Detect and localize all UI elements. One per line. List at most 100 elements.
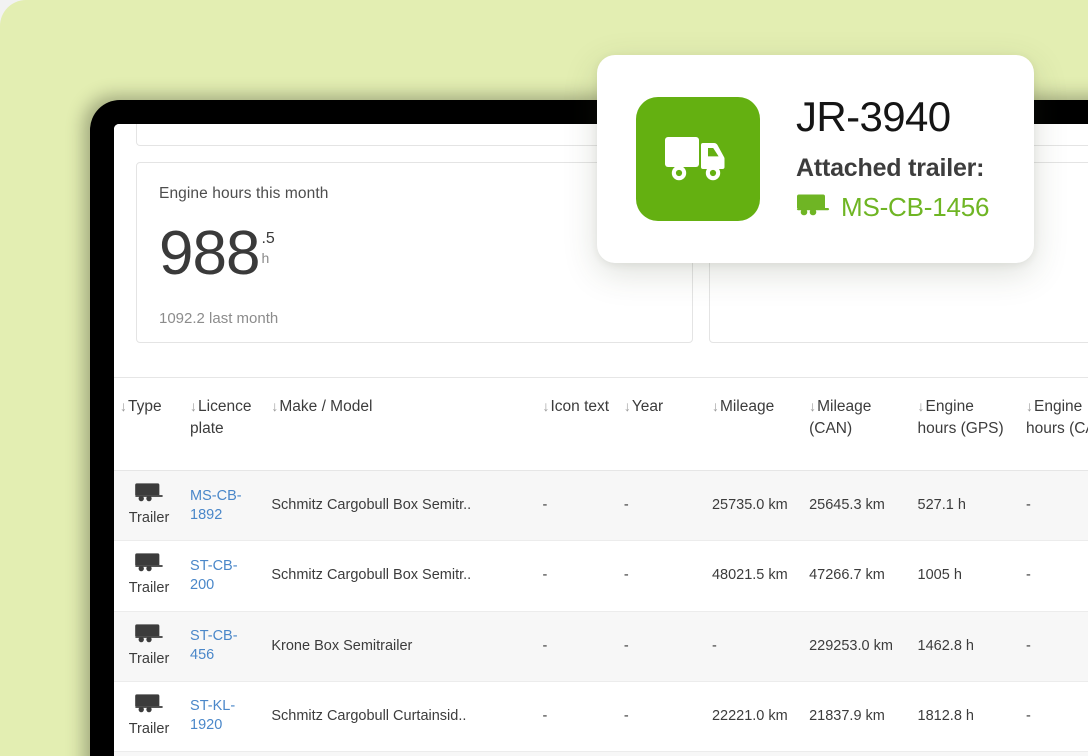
sort-arrow-icon: ↓ bbox=[271, 398, 279, 414]
col-header-mileage-can-label: Mileage (CAN) bbox=[809, 398, 872, 437]
cell-type: Trailer bbox=[114, 540, 185, 612]
stat-value-integer: 988 bbox=[159, 219, 260, 288]
trailer-icon bbox=[134, 553, 164, 576]
cell-engine-hours-can: - bbox=[1020, 751, 1088, 756]
cell-mileage-can: 229253.0 km bbox=[803, 611, 912, 682]
stat-card-title: Engine hours this month bbox=[159, 185, 329, 202]
cell-type: Trailer bbox=[114, 681, 185, 753]
cell-mileage: 3613.2 km bbox=[705, 751, 804, 756]
cell-licence-plate[interactable]: ST-CB-200 bbox=[184, 540, 266, 612]
table-row[interactable]: Trailer ST-KL-1920 Schmitz Cargobull Curta… bbox=[114, 681, 1088, 753]
sort-arrow-icon: ↓ bbox=[809, 398, 817, 414]
trailer-icon bbox=[134, 623, 164, 647]
cell-year: - bbox=[617, 470, 706, 542]
cell-mileage: 22221.0 km bbox=[705, 681, 804, 753]
table-header-row: ↓Type ↓Licence plate ↓Make / Model ↓Icon… bbox=[114, 378, 1088, 471]
table-row[interactable]: Trailer ST-CB-456 Krone Box Semitrailer - - -… bbox=[114, 611, 1088, 682]
truck-icon bbox=[636, 97, 760, 221]
cell-year: - bbox=[617, 751, 706, 756]
cell-icon-text: - bbox=[536, 751, 618, 756]
cell-make-model: Schmitz Cargobull Tipper bbox=[265, 751, 537, 756]
col-header-icon-text[interactable]: ↓Icon text bbox=[536, 378, 618, 471]
popup-text-block: JR-3940 Attached trailer: MS-CB-1456 bbox=[796, 92, 989, 223]
cell-icon-text: - bbox=[536, 540, 618, 612]
cell-year: - bbox=[617, 611, 706, 682]
sort-arrow-icon: ↓ bbox=[120, 398, 127, 414]
cell-licence-plate[interactable]: ST-KL-1928 bbox=[184, 751, 266, 756]
cell-type-label: Trailer bbox=[128, 510, 170, 527]
sort-arrow-icon: ↓ bbox=[623, 398, 631, 414]
col-header-make-model[interactable]: ↓Make / Model bbox=[265, 378, 537, 471]
table-row[interactable]: Trailer ST-CB-200 Schmitz Cargobull Box Se… bbox=[114, 540, 1088, 612]
trailer-icon bbox=[134, 483, 164, 506]
col-header-year[interactable]: ↓Year bbox=[617, 378, 706, 471]
licence-plate-link[interactable]: ST-CB-456 bbox=[190, 628, 238, 663]
cell-type: Trailer bbox=[114, 611, 185, 682]
licence-plate-link[interactable]: ST-CB-200 bbox=[190, 558, 238, 593]
stat-card-subtitle: 1092.2 last month bbox=[159, 309, 279, 327]
col-header-mileage-can[interactable]: ↓Mileage (CAN) bbox=[803, 378, 912, 471]
sort-arrow-icon: ↓ bbox=[711, 398, 719, 414]
cell-icon-text: - bbox=[536, 470, 618, 542]
cell-mileage: 25735.0 km bbox=[705, 470, 804, 542]
vehicles-table-wrapper: ↓Type ↓Licence plate ↓Make / Model ↓Icon… bbox=[114, 377, 1088, 756]
cell-engine-hours-gps: 1812.8 h bbox=[911, 681, 1020, 753]
licence-plate-link[interactable]: MS-CB-1892 bbox=[190, 488, 242, 523]
col-header-licence-plate-label: Licence plate bbox=[190, 398, 252, 437]
popup-attached-label: Attached trailer: bbox=[796, 154, 985, 183]
cell-engine-hours-can: - bbox=[1020, 611, 1088, 682]
licence-plate-link[interactable]: ST-KL-1920 bbox=[190, 698, 235, 733]
cell-mileage-can: 25645.3 km bbox=[803, 470, 912, 542]
table-header: ↓Type ↓Licence plate ↓Make / Model ↓Icon… bbox=[114, 378, 1088, 471]
cell-make-model: Schmitz Cargobull Curtainsid.. bbox=[265, 681, 537, 753]
col-header-engine-hours-can-label: Engine hours (CAN) bbox=[1026, 398, 1088, 437]
vehicles-table: ↓Type ↓Licence plate ↓Make / Model ↓Icon… bbox=[114, 378, 1088, 756]
popup-trailer-plate: MS-CB-1456 bbox=[841, 192, 990, 223]
col-header-year-label: Year bbox=[631, 398, 664, 415]
col-header-type[interactable]: ↓Type bbox=[114, 378, 185, 471]
popup-vehicle-id: JR-3940 bbox=[796, 92, 951, 140]
cell-engine-hours-can: - bbox=[1020, 540, 1088, 612]
sort-arrow-icon: ↓ bbox=[190, 398, 198, 414]
trailer-icon bbox=[796, 194, 830, 221]
col-header-mileage-label: Mileage bbox=[719, 398, 775, 415]
cell-type: Trailer bbox=[114, 751, 185, 756]
col-header-mileage[interactable]: ↓Mileage bbox=[705, 378, 804, 471]
cell-make-model: Krone Box Semitrailer bbox=[265, 611, 537, 682]
sort-arrow-icon: ↓ bbox=[917, 398, 925, 414]
sort-arrow-icon: ↓ bbox=[1026, 398, 1033, 414]
cell-mileage-can: 47266.7 km bbox=[803, 540, 912, 612]
col-header-make-model-label: Make / Model bbox=[279, 398, 373, 415]
cell-licence-plate[interactable]: MS-CB-1892 bbox=[184, 470, 266, 542]
col-header-licence-plate[interactable]: ↓Licence plate bbox=[184, 378, 266, 471]
cell-mileage: - bbox=[705, 611, 804, 682]
trailer-icon bbox=[134, 694, 164, 717]
col-header-engine-hours-gps[interactable]: ↓Engine hours (GPS) bbox=[911, 378, 1020, 471]
cell-make-model: Schmitz Cargobull Box Semitr.. bbox=[265, 540, 537, 612]
cell-engine-hours-gps: 1462.8 h bbox=[911, 611, 1020, 682]
table-row[interactable]: TrailerST-KL-1928Schmitz Cargobull Tippe… bbox=[114, 751, 1088, 756]
col-header-type-label: Type bbox=[128, 398, 162, 415]
cell-licence-plate[interactable]: ST-CB-456 bbox=[184, 611, 266, 682]
col-header-engine-hours-gps-label: Engine hours (GPS) bbox=[917, 398, 1004, 437]
cell-icon-text: - bbox=[536, 611, 618, 682]
screenshot-stage: Engine hours this month 988 .5 h 1092.2 … bbox=[0, 0, 1088, 756]
stat-value-suffix: .5 h bbox=[261, 225, 274, 271]
cell-engine-hours-gps: 1005 h bbox=[911, 540, 1020, 612]
cell-mileage: 48021.5 km bbox=[705, 540, 804, 612]
stat-value-decimal: .5 bbox=[261, 230, 275, 247]
cell-type-label: Trailer bbox=[128, 720, 170, 737]
cell-engine-hours-can: - bbox=[1020, 681, 1088, 753]
cell-engine-hours-gps: 527.1 h bbox=[911, 470, 1020, 542]
stat-card-value: 988 .5 h bbox=[159, 219, 670, 288]
table-row[interactable]: Trailer MS-CB-1892 Schmitz Cargobull Box S… bbox=[114, 470, 1088, 542]
cell-icon-text: - bbox=[536, 681, 618, 753]
cell-engine-hours-can: - bbox=[1020, 470, 1088, 542]
cell-licence-plate[interactable]: ST-KL-1920 bbox=[184, 681, 266, 753]
cell-type-label: Trailer bbox=[128, 650, 170, 667]
cell-engine-hours-gps: 2743.7 h bbox=[911, 751, 1020, 756]
col-header-engine-hours-can[interactable]: ↓Engine hours (CAN) bbox=[1020, 378, 1088, 471]
popup-trailer-row: MS-CB-1456 bbox=[796, 192, 989, 223]
cell-make-model: Schmitz Cargobull Box Semitr.. bbox=[265, 470, 537, 542]
col-header-icon-text-label: Icon text bbox=[550, 398, 610, 415]
